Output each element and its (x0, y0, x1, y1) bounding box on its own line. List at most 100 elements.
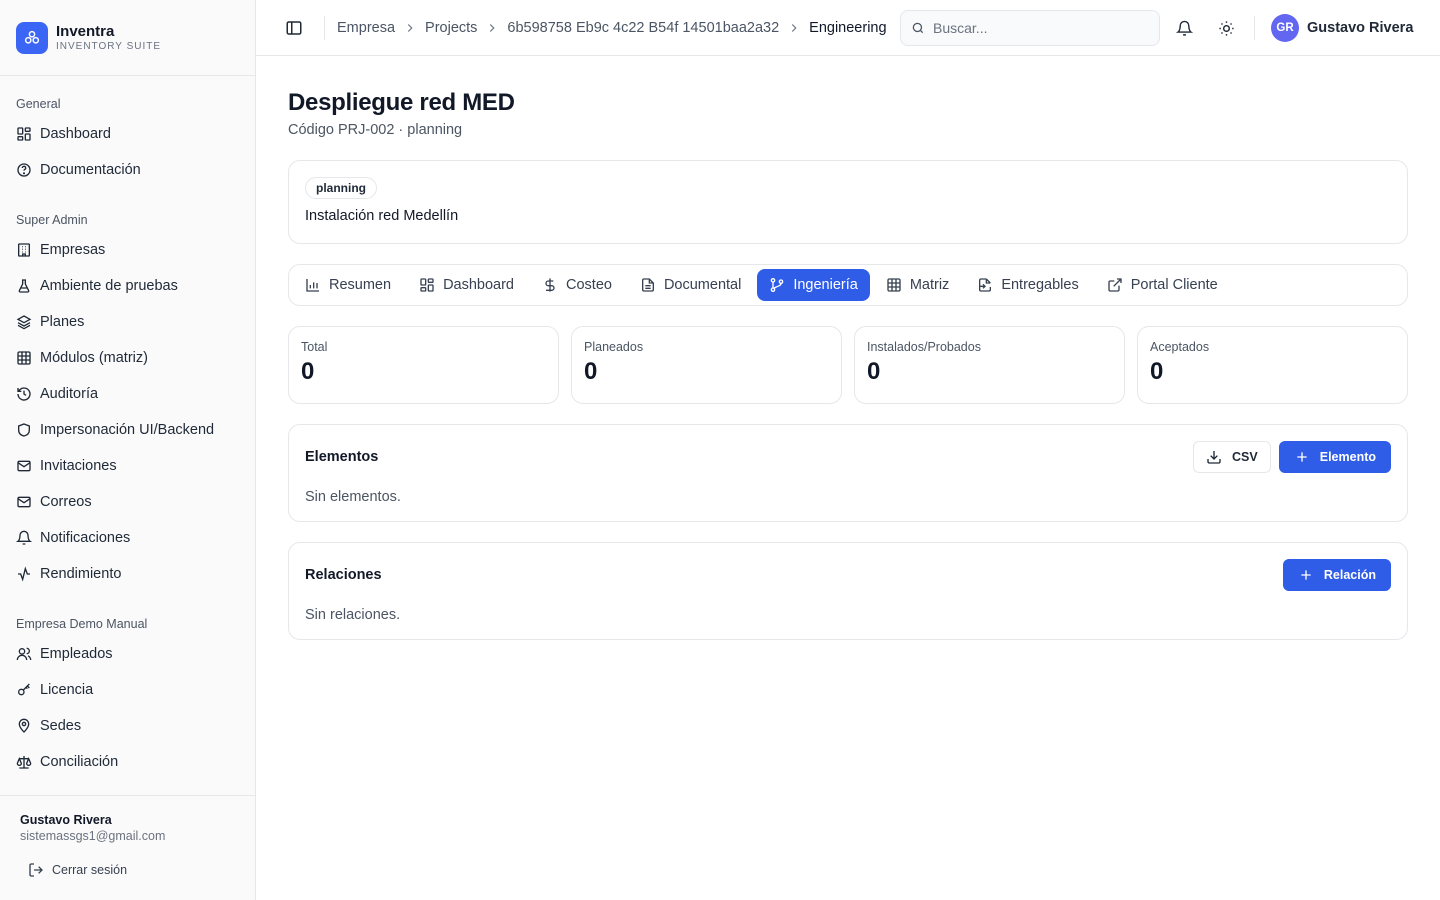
sidebar-item-conciliacion[interactable]: Conciliación (0, 744, 255, 780)
user-menu[interactable]: GR Gustavo Rivera (1271, 14, 1413, 42)
sun-icon (1218, 20, 1235, 37)
external-link-icon (1107, 277, 1123, 293)
sidebar-user-email: sistemassgs1@gmail.com (20, 829, 166, 843)
breadcrumb-item-projects[interactable]: Projects (425, 20, 477, 36)
sidebar-item-label: Rendimiento (40, 566, 122, 582)
sidebar-item-auditoria[interactable]: Auditoría (0, 376, 255, 412)
sidebar-item-notificaciones[interactable]: Notificaciones (0, 520, 255, 556)
elements-actions: CSV Elemento (1193, 441, 1391, 473)
breadcrumb-item-current: Engineering (809, 19, 887, 36)
tab-matriz[interactable]: Matriz (874, 269, 961, 301)
sidebar-user-name: Gustavo Rivera (20, 813, 112, 827)
stat-value: 0 (1150, 358, 1164, 385)
breadcrumb-item-project-id[interactable]: 6b598758 Eb9c 4c22 B54f 14501baa2a32 (507, 20, 779, 36)
chevron-right-icon (403, 21, 417, 35)
tab-label: Portal Cliente (1130, 277, 1218, 293)
sidebar-item-rendimiento[interactable]: Rendimiento (0, 556, 255, 592)
users-icon (16, 646, 32, 662)
brand[interactable]: Inventra INVENTORY SUITE (0, 0, 255, 76)
search-box (900, 10, 1160, 46)
notifications-button[interactable] (1174, 18, 1194, 38)
sidebar-nav: General Dashboard Documentación Super Ad… (0, 76, 255, 780)
layers-icon (16, 314, 32, 330)
tab-dashboard[interactable]: Dashboard (407, 269, 526, 301)
elements-header: Elementos CSV Elemento (305, 425, 1391, 489)
plus-icon (1298, 567, 1314, 583)
tab-ingenieria[interactable]: Ingeniería (757, 269, 870, 301)
mail-icon (16, 458, 32, 474)
sidebar-item-impersonacion[interactable]: Impersonación UI/Backend (0, 412, 255, 448)
stat-label: Instalados/Probados (867, 340, 981, 354)
sidebar-item-empleados[interactable]: Empleados (0, 636, 255, 672)
sidebar-toggle-button[interactable] (284, 18, 304, 38)
nav-section-super-admin: Super Admin (16, 213, 88, 227)
user-name: Gustavo Rivera (1307, 20, 1414, 36)
breadcrumb-item-empresa[interactable]: Empresa (337, 20, 395, 36)
plus-icon (1294, 449, 1310, 465)
stat-card-instalados: Instalados/Probados 0 (854, 326, 1125, 404)
sidebar-item-modulos[interactable]: Módulos (matriz) (0, 340, 255, 376)
project-description: Instalación red Medellín (305, 208, 459, 224)
sidebar-item-empresas[interactable]: Empresas (0, 232, 255, 268)
nav-section-empresa-demo: Empresa Demo Manual (16, 617, 148, 631)
mail-icon (16, 494, 32, 510)
chevron-right-icon (485, 21, 499, 35)
sidebar-item-documentacion[interactable]: Documentación (0, 152, 255, 188)
status-badge: planning (305, 177, 377, 199)
sidebar-item-label: Correos (40, 494, 92, 510)
search-icon (911, 21, 925, 35)
logout-label: Cerrar sesión (52, 863, 128, 877)
stat-value: 0 (301, 358, 315, 385)
add-element-button[interactable]: Elemento (1278, 441, 1391, 473)
nav-section-general: General (16, 97, 61, 111)
stat-card-aceptados: Aceptados 0 (1137, 326, 1408, 404)
theme-toggle-button[interactable] (1216, 18, 1236, 38)
search-input[interactable] (933, 20, 1133, 36)
sidebar-item-label: Notificaciones (40, 530, 131, 546)
tab-label: Documental (663, 277, 742, 293)
add-relation-button[interactable]: Relación (1282, 559, 1391, 591)
topbar-divider (1254, 16, 1255, 40)
page-title: Despliegue red MED (288, 89, 515, 116)
logout-button[interactable]: Cerrar sesión (20, 860, 235, 880)
sidebar-footer: Gustavo Rivera sistemassgs1@gmail.com Ce… (0, 795, 255, 900)
sidebar-item-label: Sedes (40, 718, 82, 734)
sidebar-item-invitaciones[interactable]: Invitaciones (0, 448, 255, 484)
sidebar-item-correos[interactable]: Correos (0, 484, 255, 520)
stat-label: Aceptados (1150, 340, 1210, 354)
history-icon (16, 386, 32, 402)
activity-icon (16, 566, 32, 582)
topbar: Empresa Projects 6b598758 Eb9c 4c22 B54f… (256, 0, 1440, 56)
brand-subtitle: INVENTORY SUITE (56, 40, 162, 52)
tab-label: Resumen (329, 277, 392, 293)
grid-icon (16, 126, 32, 142)
tab-entregables[interactable]: Entregables (965, 269, 1090, 301)
elements-title: Elementos (305, 449, 379, 465)
tab-resumen[interactable]: Resumen (293, 269, 403, 301)
sidebar-item-dashboard[interactable]: Dashboard (0, 116, 255, 152)
download-icon (1206, 449, 1222, 465)
tab-documental[interactable]: Documental (628, 269, 753, 301)
page-subtitle: Código PRJ-002 · planning (288, 122, 463, 138)
sidebar-item-ambiente-pruebas[interactable]: Ambiente de pruebas (0, 268, 255, 304)
flask-icon (16, 278, 32, 294)
stat-label: Planeados (584, 340, 644, 354)
sidebar-item-sedes[interactable]: Sedes (0, 708, 255, 744)
scale-icon (16, 754, 32, 770)
sidebar-item-label: Ambiente de pruebas (40, 278, 178, 294)
sidebar-item-label: Invitaciones (40, 458, 117, 474)
sidebar-item-label: Documentación (40, 162, 141, 178)
tab-portal-cliente[interactable]: Portal Cliente (1095, 269, 1230, 301)
sidebar-item-licencia[interactable]: Licencia (0, 672, 255, 708)
breadcrumb: Empresa Projects 6b598758 Eb9c 4c22 B54f… (337, 20, 887, 36)
chevron-right-icon (787, 21, 801, 35)
sidebar-item-label: Planes (40, 314, 85, 330)
file-text-icon (640, 277, 656, 293)
sidebar-item-planes[interactable]: Planes (0, 304, 255, 340)
csv-download-button[interactable]: CSV (1193, 441, 1271, 473)
stat-value: 0 (867, 358, 881, 385)
key-icon (16, 682, 32, 698)
sidebar-item-label: Empleados (40, 646, 113, 662)
dollar-icon (542, 277, 558, 293)
tab-costeo[interactable]: Costeo (530, 269, 624, 301)
